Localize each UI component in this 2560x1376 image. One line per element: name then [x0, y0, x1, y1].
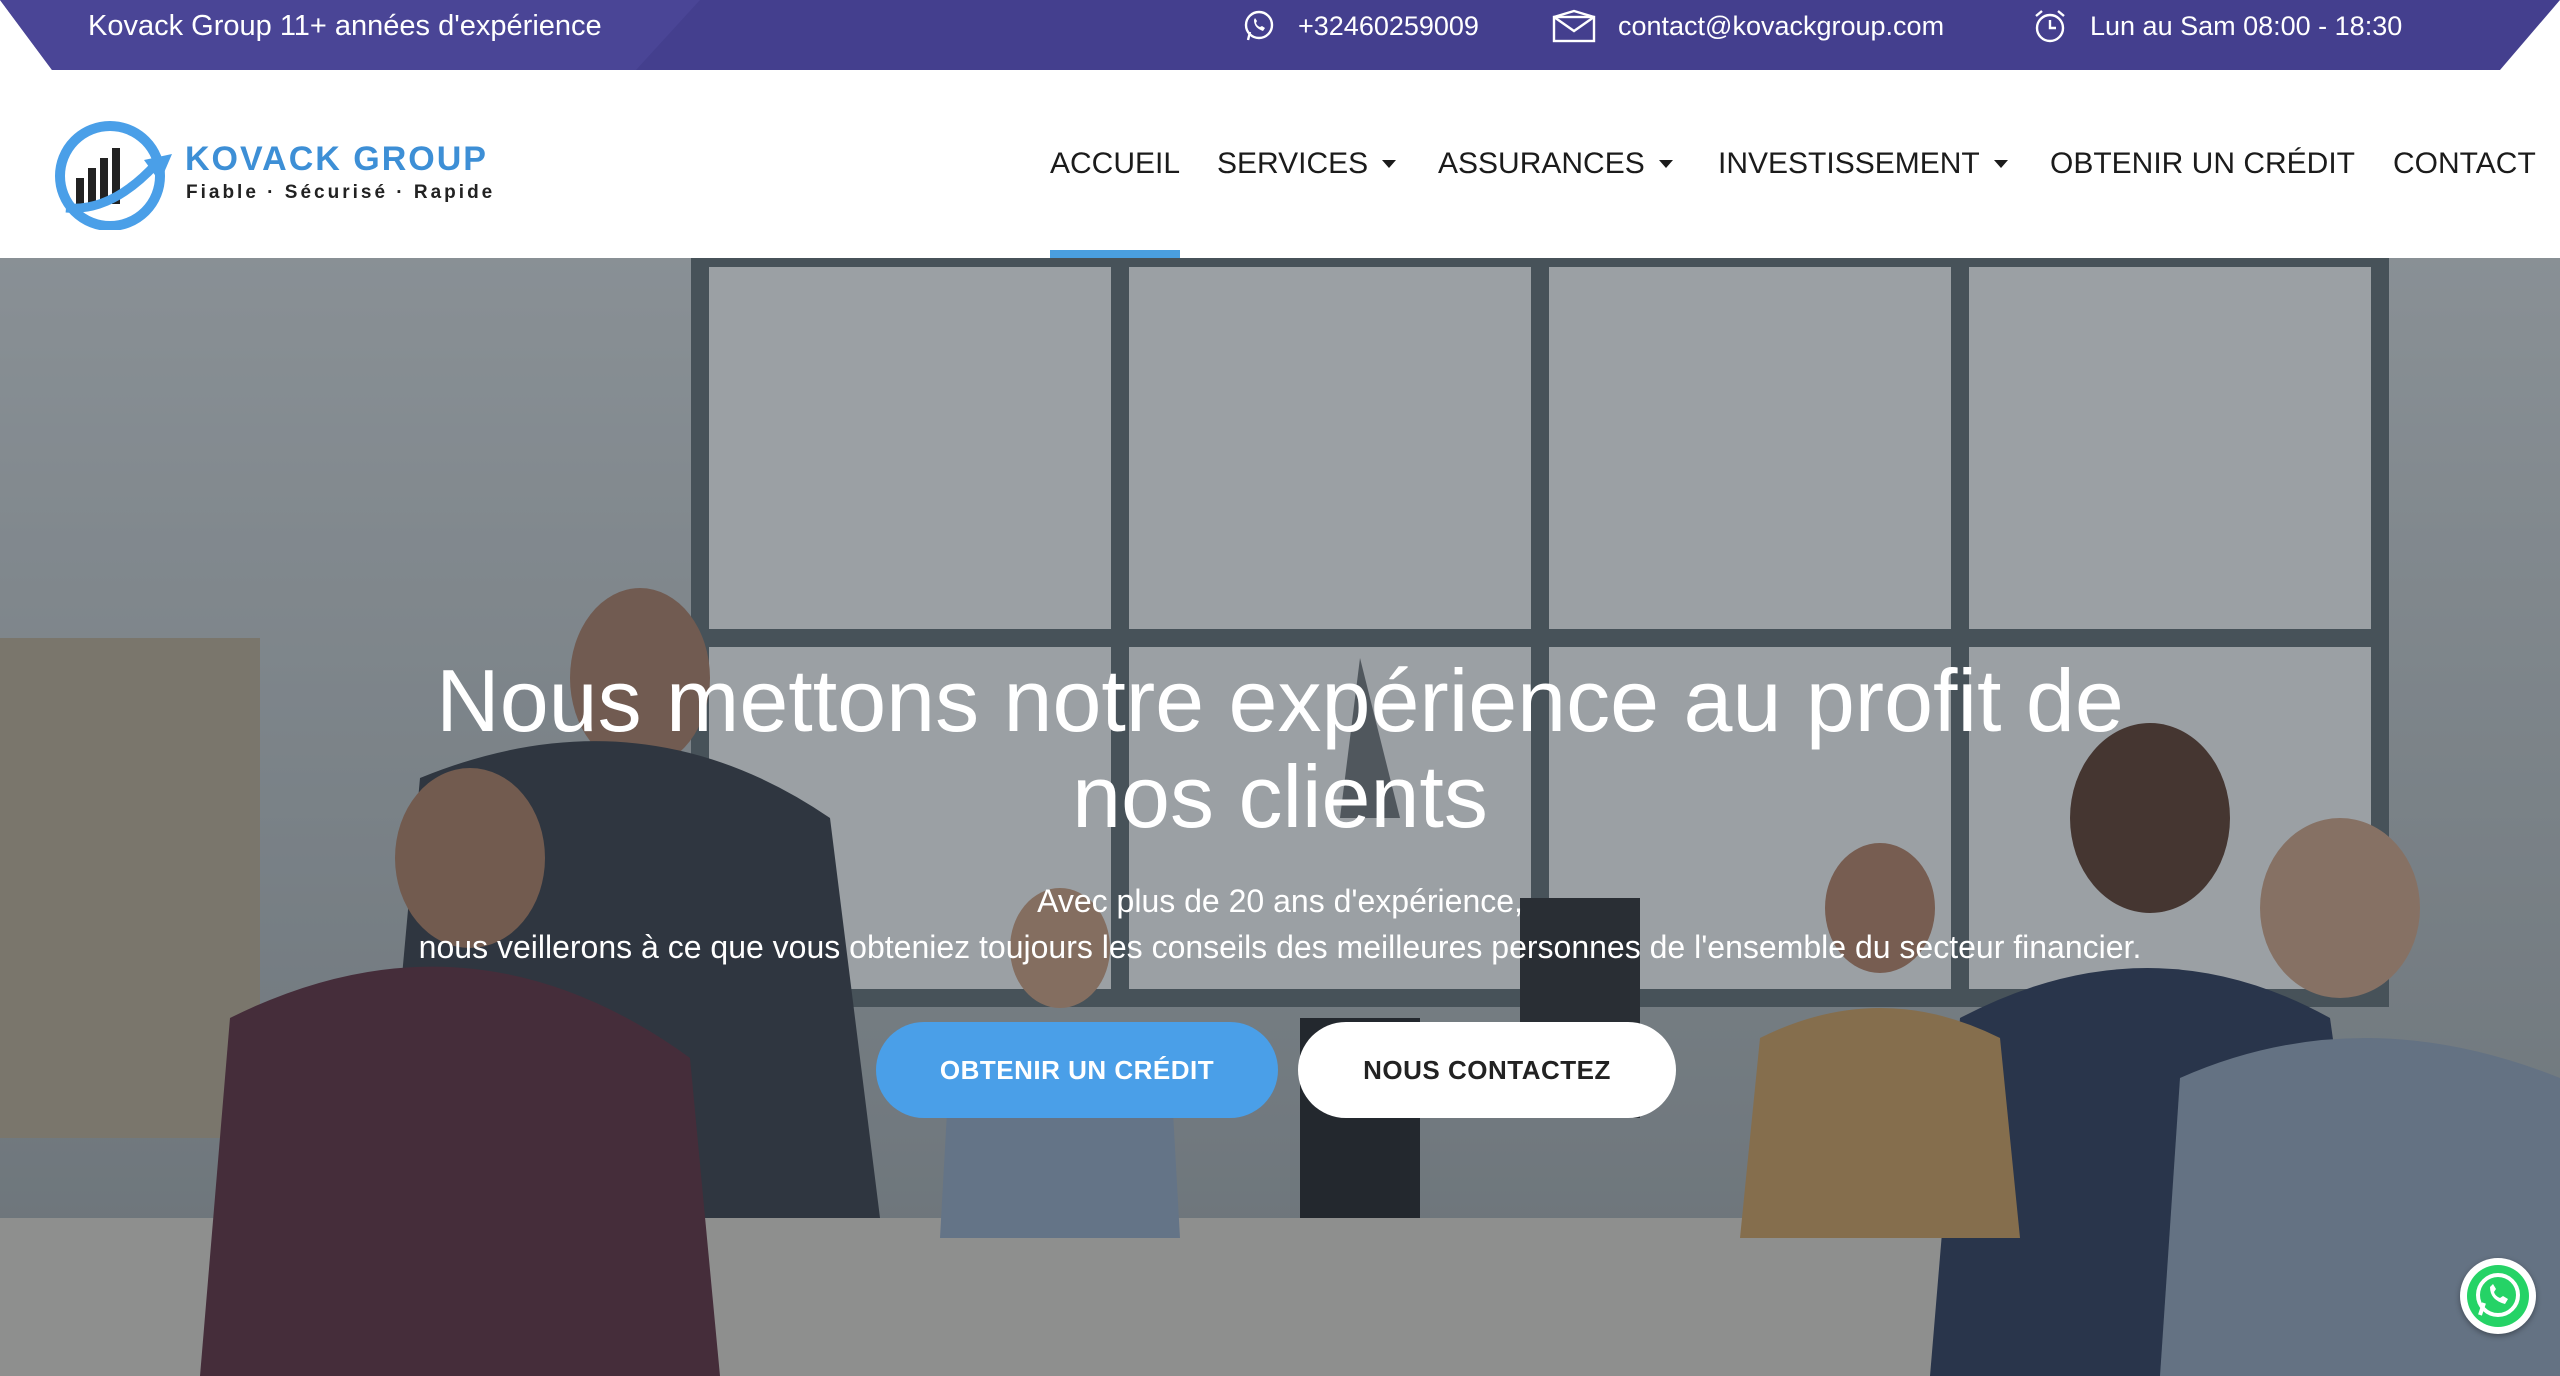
nav-item-obtenir-un-credit[interactable]: OBTENIR UN CRÉDIT [2050, 70, 2355, 258]
envelope-icon [1552, 9, 1596, 43]
top-bar-email[interactable]: contact@kovackgroup.com [1552, 0, 1944, 52]
hero-title-line-1: Nous mettons notre expérience au profit … [436, 651, 2124, 750]
nav-item-label: ACCUEIL [1050, 147, 1181, 180]
logo-title: KOVACK GROUP [185, 140, 488, 178]
top-bar-hours-text: Lun au Sam 08:00 - 18:30 [2090, 10, 2403, 41]
nav-item-investissement[interactable]: INVESTISSEMENT [1718, 70, 2008, 258]
top-bar-email-text: contact@kovackgroup.com [1618, 10, 1945, 41]
top-bar-phone-text: +32460259009 [1298, 10, 1479, 41]
nav-item-assurances[interactable]: ASSURANCES [1438, 70, 1673, 258]
obtenir-un-credit-button[interactable]: OBTENIR UN CRÉDIT [876, 1022, 1278, 1118]
caret-down-icon [1382, 160, 1397, 168]
nav-item-label: INVESTISSEMENT [1718, 147, 1980, 180]
whatsapp-icon [2467, 1265, 2529, 1327]
caret-down-icon [1993, 160, 2008, 168]
hero-title-line-2: nos clients [1072, 747, 1488, 846]
hero-subtitle-line-2: nous veillerons à ce que vous obteniez t… [418, 929, 2142, 965]
nav-item-label: CONTACT [2393, 147, 2536, 180]
nav-item-label: ASSURANCES [1438, 147, 1645, 180]
top-bar-hours: Lun au Sam 08:00 - 18:30 [2032, 0, 2402, 52]
nous-contactez-button[interactable]: NOUS CONTACTEZ [1298, 1022, 1676, 1118]
whatsapp-chat-button[interactable] [2460, 1258, 2536, 1334]
alarm-clock-icon [2035, 10, 2065, 43]
logo-chart-icon [55, 121, 172, 230]
top-bar: Kovack Group 11+ années d'expérience +32… [0, 0, 2560, 70]
whatsapp-icon [1244, 10, 1274, 41]
caret-down-icon [1658, 160, 1673, 168]
logo-subtitle: Fiable · Sécurisé · Rapide [186, 182, 496, 203]
nav-item-accueil[interactable]: ACCUEIL [1050, 70, 1180, 258]
nav-item-label: SERVICES [1217, 147, 1369, 180]
nav-active-indicator [1050, 250, 1180, 258]
hero-title: Nous mettons notre expérience au profit … [230, 653, 2330, 845]
nav-item-label: OBTENIR UN CRÉDIT [2050, 147, 2356, 180]
hero-section: Nous mettons notre expérience au profit … [0, 258, 2560, 1376]
hero-subtitle-line-1: Avec plus de 20 ans d'expérience, [1037, 883, 1523, 919]
nav-item-services[interactable]: SERVICES [1217, 70, 1397, 258]
top-bar-tagline: Kovack Group 11+ années d'expérience [88, 10, 602, 42]
top-bar-phone[interactable]: +32460259009 [1242, 0, 1479, 52]
site-header: KOVACK GROUP Fiable · Sécurisé · Rapide … [0, 70, 2560, 258]
hero-subtitle: Avec plus de 20 ans d'expérience, nous v… [200, 878, 2360, 970]
nav-item-contact[interactable]: CONTACT [2393, 70, 2536, 258]
